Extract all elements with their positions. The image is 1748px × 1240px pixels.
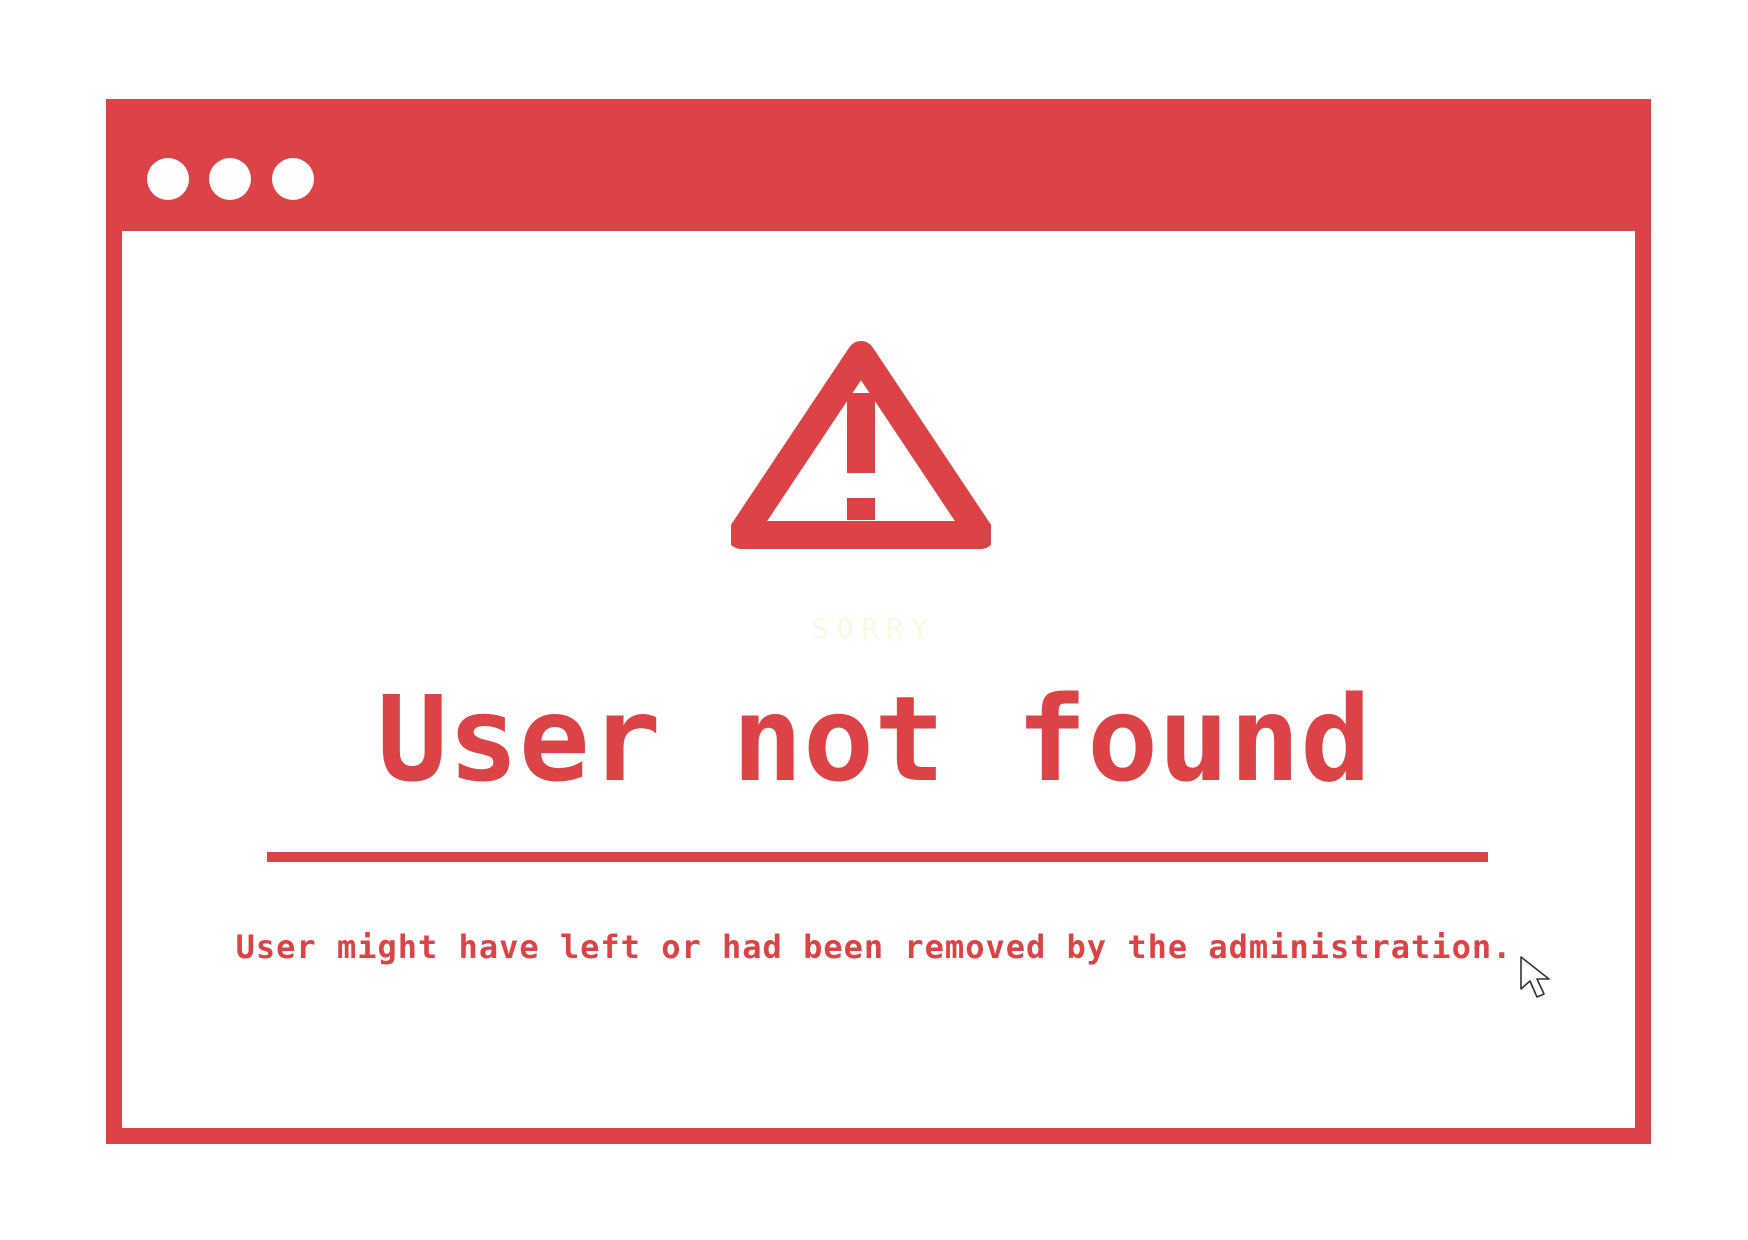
window-control-dot-3[interactable]: [272, 158, 314, 200]
error-message: User might have left or had been removed…: [235, 928, 1513, 966]
window-control-dot-1[interactable]: [147, 158, 189, 200]
mouse-pointer-icon: [1520, 956, 1550, 998]
window-control-dot-2[interactable]: [209, 158, 251, 200]
window-titlebar: [122, 115, 1635, 231]
warning-triangle-icon: [731, 341, 991, 549]
divider: [267, 852, 1488, 862]
page-title: User not found: [376, 670, 1372, 808]
sorry-eyebrow: SORRY: [811, 612, 937, 645]
